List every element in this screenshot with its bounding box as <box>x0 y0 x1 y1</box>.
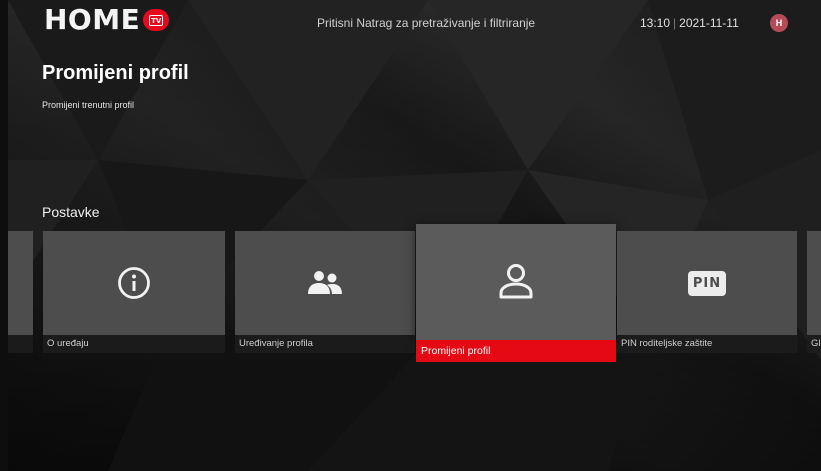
home-tv-logo: HOME TV <box>44 3 170 36</box>
card-label: Uređivanje profila <box>235 335 415 353</box>
card-label: Gl <box>807 335 821 353</box>
profile-avatar[interactable]: H <box>770 14 788 32</box>
settings-card-about-device[interactable]: O uređaju <box>43 231 225 353</box>
logo-text: HOME <box>44 2 141 36</box>
pin-icon: PIN <box>688 270 726 296</box>
people-icon <box>308 271 342 294</box>
time: 13:10 <box>640 16 671 30</box>
tv-badge-icon: TV <box>143 9 170 31</box>
page-title: Promijeni profil <box>42 62 189 84</box>
tv-screen: HOME TV Pritisni Natrag za pretraživanje… <box>8 0 821 471</box>
section-title: Postavke <box>42 204 100 220</box>
card-label: Promijeni profil <box>416 340 616 362</box>
page-subtitle: Promijeni trenutni profil <box>42 100 135 110</box>
settings-card-parental-pin[interactable]: PIN PIN roditeljske zaštite <box>617 231 797 353</box>
top-bar: HOME TV Pritisni Natrag za pretraživanje… <box>8 0 821 40</box>
card-label: O uređaju <box>43 335 225 353</box>
card-label: PIN roditeljske zaštite <box>617 335 797 353</box>
settings-card-edit-profiles[interactable]: Uređivanje profila <box>235 231 415 353</box>
info-icon <box>118 267 150 299</box>
date: 2021-11-11 <box>679 16 739 30</box>
clock: 13:10 | 2021-11-11 <box>640 16 739 30</box>
settings-card-partial-left[interactable] <box>8 231 33 353</box>
back-hint: Pritisni Natrag za pretraživanje i filtr… <box>317 16 536 30</box>
settings-card-partial-right[interactable]: Gl <box>807 231 821 353</box>
person-icon <box>499 264 533 299</box>
settings-card-change-profile[interactable]: Promijeni profil <box>416 224 616 362</box>
